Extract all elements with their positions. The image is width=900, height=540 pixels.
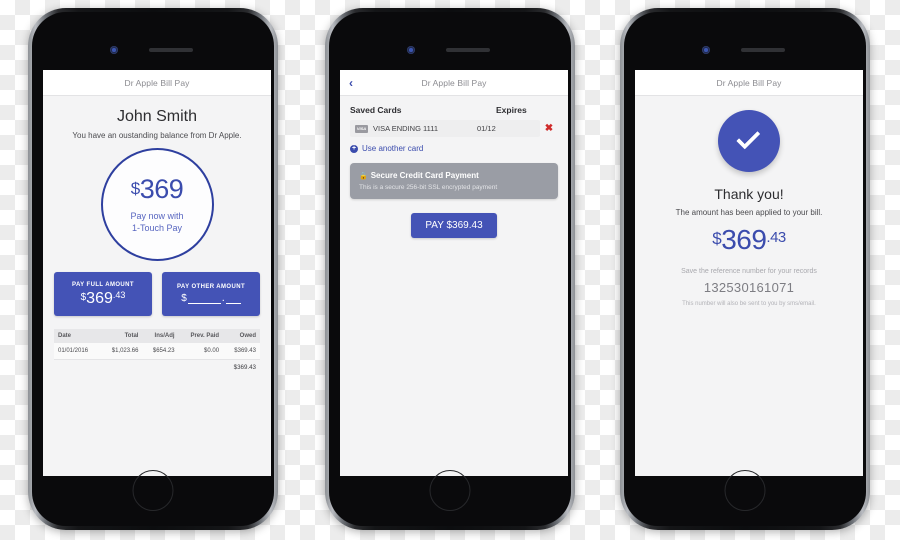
earpiece-speaker-icon bbox=[149, 48, 193, 52]
saved-cards-header: Saved Cards Expires bbox=[350, 105, 558, 115]
navbar-screen2: ‹ Dr Apple Bill Pay bbox=[340, 70, 568, 96]
payment-options-row: PAY FULL AMOUNT $369.43 PAY OTHER AMOUNT… bbox=[54, 272, 260, 316]
cell-prev-paid: $0.00 bbox=[178, 343, 224, 360]
earpiece-speaker-icon bbox=[741, 48, 785, 52]
reference-number: 132530161071 bbox=[703, 280, 795, 295]
phone-device-3: Dr Apple Bill Pay Thank you! The amount … bbox=[620, 8, 870, 530]
front-camera-icon bbox=[110, 46, 118, 54]
pay-other-dollars-field[interactable] bbox=[187, 293, 221, 304]
total-spacer-4 bbox=[179, 360, 223, 377]
table-total-row: $369.43 bbox=[54, 360, 260, 377]
paid-cents: .43 bbox=[766, 229, 786, 246]
saved-card-row: VISA VISA ENDING 1111 01/12 ✖ bbox=[350, 120, 558, 137]
lock-icon: 🔒 bbox=[359, 172, 368, 180]
navbar-title-1: Dr Apple Bill Pay bbox=[124, 77, 190, 88]
balance-currency: $ bbox=[130, 178, 140, 198]
pay-other-input[interactable]: $ . bbox=[181, 293, 241, 304]
navbar-screen1: Dr Apple Bill Pay bbox=[43, 70, 271, 96]
back-chevron-icon[interactable]: ‹ bbox=[349, 77, 353, 89]
phone-body-1: Dr Apple Bill Pay John Smith You have an… bbox=[32, 12, 274, 526]
screen-bill-summary: Dr Apple Bill Pay John Smith You have an… bbox=[43, 70, 271, 476]
pay-other-cents-field[interactable] bbox=[225, 293, 241, 304]
visa-card-icon: VISA bbox=[355, 124, 368, 133]
plus-icon: + bbox=[350, 144, 358, 153]
secure-payment-title-row: 🔒 Secure Credit Card Payment bbox=[359, 171, 549, 180]
saved-card-label: VISA ENDING 1111 bbox=[373, 124, 439, 133]
home-button-2[interactable] bbox=[429, 470, 471, 511]
pay-now-button[interactable]: PAY $369.43 bbox=[411, 213, 497, 238]
grand-total-value: $369.43 bbox=[233, 364, 256, 371]
pay-full-amount: $369.43 bbox=[81, 289, 126, 307]
table-row: 01/01/2016 $1,023.66 $654.23 $0.00 $369.… bbox=[54, 343, 260, 360]
balance-subtitle: You have an oustanding balance from Dr A… bbox=[72, 131, 242, 140]
col-prev-paid: Prev. Paid bbox=[178, 329, 224, 343]
phone-device-1: Dr Apple Bill Pay John Smith You have an… bbox=[28, 8, 278, 530]
total-spacer-2 bbox=[100, 360, 142, 377]
confirmation-body: Thank you! The amount has been applied t… bbox=[635, 96, 863, 307]
bill-table-header-row: Date Total Ins/Adj Prev. Paid Owed bbox=[54, 329, 260, 343]
balance-value: 369 bbox=[139, 173, 184, 204]
col-date: Date bbox=[54, 329, 101, 343]
col-ins-adj: Ins/Adj bbox=[142, 329, 179, 343]
use-another-card-label: Use another card bbox=[362, 144, 424, 153]
screen-payment-confirmation: Dr Apple Bill Pay Thank you! The amount … bbox=[635, 70, 863, 476]
pay-full-label: PAY FULL AMOUNT bbox=[72, 281, 134, 288]
screen-payment-method: ‹ Dr Apple Bill Pay Saved Cards Expires … bbox=[340, 70, 568, 476]
success-check-icon bbox=[718, 110, 780, 172]
secure-payment-subtitle: This is a secure 256-bit SSL encrypted p… bbox=[359, 184, 498, 191]
pay-other-label: PAY OTHER AMOUNT bbox=[176, 284, 246, 290]
navbar-screen3: Dr Apple Bill Pay bbox=[635, 70, 863, 96]
phone-device-2: ‹ Dr Apple Bill Pay Saved Cards Expires … bbox=[325, 8, 575, 530]
bill-table-head: Date Total Ins/Adj Prev. Paid Owed bbox=[54, 329, 260, 343]
pay-other-amount-button[interactable]: PAY OTHER AMOUNT $ . bbox=[162, 272, 260, 316]
home-button-1[interactable] bbox=[132, 470, 174, 511]
saved-card-item[interactable]: VISA VISA ENDING 1111 01/12 bbox=[350, 120, 540, 137]
payment-method-body: Saved Cards Expires VISA VISA ENDING 111… bbox=[340, 96, 568, 238]
col-owed: Owed bbox=[223, 329, 260, 343]
cell-date: 01/01/2016 bbox=[54, 343, 101, 360]
col-total: Total bbox=[100, 329, 143, 343]
reference-note: This number will also be sent to you by … bbox=[682, 301, 816, 307]
cell-total: $1,023.66 bbox=[100, 343, 143, 360]
phone-body-3: Dr Apple Bill Pay Thank you! The amount … bbox=[624, 12, 866, 526]
front-camera-icon bbox=[702, 46, 710, 54]
balance-caption-line1: Pay now with bbox=[130, 210, 184, 221]
pay-other-currency: $ bbox=[181, 293, 187, 304]
delete-card-icon[interactable]: ✖ bbox=[540, 123, 558, 134]
cell-ins-adj: $654.23 bbox=[142, 343, 179, 360]
applied-message: The amount has been applied to your bill… bbox=[675, 208, 823, 217]
earpiece-speaker-icon bbox=[446, 48, 490, 52]
bill-summary-body: John Smith You have an oustanding balanc… bbox=[43, 96, 271, 376]
thank-you-heading: Thank you! bbox=[714, 186, 784, 202]
navbar-title-2: Dr Apple Bill Pay bbox=[421, 77, 487, 88]
paid-amount: $369.43 bbox=[647, 226, 851, 254]
expires-label: Expires bbox=[496, 105, 527, 115]
secure-payment-panel: 🔒 Secure Credit Card Payment This is a s… bbox=[350, 163, 558, 199]
balance-circle-button[interactable]: $369 Pay now with 1-Touch Pay bbox=[100, 148, 214, 261]
balance-amount: $369 bbox=[130, 173, 184, 204]
paid-currency: $ bbox=[712, 229, 722, 248]
total-spacer-1 bbox=[54, 360, 100, 377]
pay-other-separator: . bbox=[221, 292, 225, 304]
reference-label: Save the reference number for your recor… bbox=[681, 268, 817, 275]
customer-name: John Smith bbox=[116, 108, 198, 125]
phone-body-2: ‹ Dr Apple Bill Pay Saved Cards Expires … bbox=[329, 12, 571, 526]
pay-full-cents: .43 bbox=[112, 289, 126, 300]
bill-table-body: 01/01/2016 $1,023.66 $654.23 $0.00 $369.… bbox=[54, 343, 260, 376]
bill-details-table: Date Total Ins/Adj Prev. Paid Owed 01/01… bbox=[54, 329, 260, 376]
use-another-card-link[interactable]: + Use another card bbox=[350, 144, 558, 153]
saved-cards-label: Saved Cards bbox=[350, 105, 402, 115]
saved-card-expiry: 01/12 bbox=[477, 124, 496, 133]
home-button-3[interactable] bbox=[724, 470, 766, 511]
secure-payment-title: Secure Credit Card Payment bbox=[370, 171, 479, 180]
balance-caption-line2: 1-Touch Pay bbox=[131, 222, 183, 233]
navbar-title-3: Dr Apple Bill Pay bbox=[716, 77, 782, 88]
front-camera-icon bbox=[407, 46, 415, 54]
paid-dollars: 369 bbox=[721, 224, 767, 255]
pay-full-dollars: 369 bbox=[86, 289, 113, 307]
total-spacer-3 bbox=[142, 360, 178, 377]
pay-full-amount-button[interactable]: PAY FULL AMOUNT $369.43 bbox=[54, 272, 152, 316]
check-mark-glyph bbox=[736, 125, 761, 150]
cell-owed: $369.43 bbox=[223, 343, 260, 360]
